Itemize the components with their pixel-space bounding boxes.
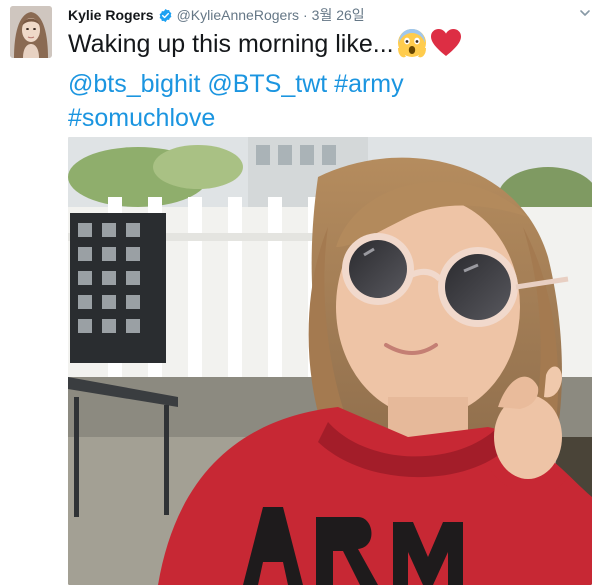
user-handle[interactable]: @KylieAnneRogers [177, 7, 299, 23]
avatar[interactable] [10, 6, 52, 58]
hashtag-army[interactable]: #army [334, 70, 403, 98]
verified-badge-icon [158, 8, 173, 23]
display-name[interactable]: Kylie Rogers [68, 7, 154, 23]
face-screaming-in-fear-icon [396, 26, 428, 67]
tweet-header: Kylie Rogers @KylieAnneRogers · 3월 26일 [68, 6, 365, 24]
tweet-line-1: Waking up this morning like... [68, 26, 588, 67]
chevron-down-icon[interactable] [578, 6, 592, 20]
tweet-media-image[interactable] [68, 137, 592, 585]
mention-bts-twt[interactable]: @BTS_twt [207, 70, 327, 98]
mention-bts-bighit[interactable]: @bts_bighit [68, 70, 200, 98]
tweet-text: Waking up this morning like... @bts_bigh… [68, 26, 588, 135]
hashtag-somuchlove[interactable]: #somuchlove [68, 104, 215, 132]
tweet-text-body: Waking up this morning like... [68, 30, 394, 58]
tweet-line-3: #somuchlove [68, 101, 588, 135]
red-heart-icon [430, 28, 462, 67]
tweet-line-2: @bts_bighit @BTS_twt #army [68, 67, 588, 101]
timestamp[interactable]: 3월 26일 [312, 5, 365, 25]
separator-dot: · [302, 7, 308, 23]
